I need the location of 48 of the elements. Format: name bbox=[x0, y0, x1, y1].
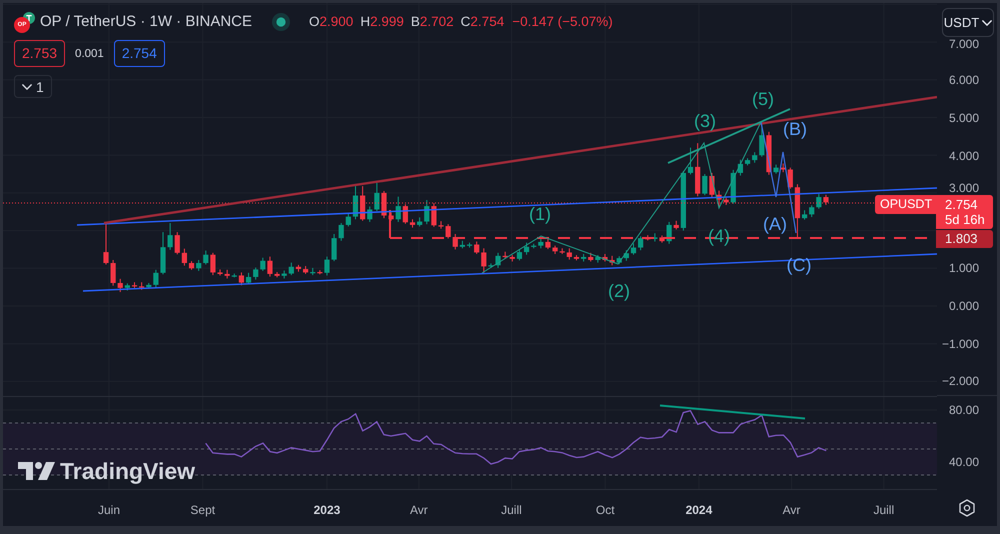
last-price: 2.754 bbox=[945, 197, 979, 212]
price-change: −0.147 (−5.07%) bbox=[512, 14, 613, 29]
price-axis-label: 6.000 bbox=[948, 72, 979, 88]
wave-label: (1) bbox=[529, 204, 551, 224]
settings-icon[interactable] bbox=[959, 499, 975, 517]
price-axis-label: 4.000 bbox=[948, 148, 979, 164]
ohlc-value: B2.702 bbox=[410, 14, 454, 29]
time-axis-label: Oct bbox=[596, 502, 615, 518]
price-axis-label: 3.000 bbox=[948, 180, 979, 196]
wave-label: (3) bbox=[694, 111, 716, 131]
indicators-toggle-button[interactable]: 1 bbox=[14, 75, 52, 98]
time-axis-label: 2024 bbox=[686, 502, 712, 518]
chevron-down-icon bbox=[982, 20, 992, 26]
price-axis-label: 0.000 bbox=[948, 298, 979, 314]
price-axis-label: 1.000 bbox=[948, 260, 979, 276]
price-axis-label: −1.000 bbox=[942, 336, 979, 352]
time-axis-label: Sept bbox=[190, 502, 216, 518]
price-axis-label: 7.000 bbox=[948, 36, 979, 52]
symbol-price-tag: OPUSDT bbox=[875, 195, 938, 214]
ohlc-value: O2.900 bbox=[309, 14, 354, 29]
logo-text: TradingView bbox=[60, 459, 196, 483]
chevron-down-icon bbox=[22, 84, 32, 90]
price-axis-label: −2.000 bbox=[942, 373, 979, 389]
currency-button[interactable]: USDT bbox=[942, 8, 994, 37]
ohlc-value: C2.754 bbox=[460, 14, 504, 29]
wave-label: (B) bbox=[783, 119, 807, 139]
wave-label: (4) bbox=[708, 226, 730, 246]
buy-button[interactable]: 2.754 bbox=[114, 40, 165, 67]
time-axis-label: 2023 bbox=[314, 502, 340, 518]
wave-label: (A) bbox=[763, 214, 787, 234]
level-price-tag: 1.803 bbox=[936, 230, 993, 248]
rsi-axis-label: 80.00 bbox=[948, 402, 979, 418]
spread-value: 0.001 bbox=[75, 48, 104, 60]
time-axis-label: Juin bbox=[98, 502, 120, 518]
sell-button[interactable]: 2.753 bbox=[14, 40, 66, 67]
wave-label: (C) bbox=[786, 255, 812, 275]
time-axis-label: Avr bbox=[782, 502, 800, 518]
time-axis-label: Avr bbox=[410, 502, 428, 518]
time-axis-label: Juill bbox=[501, 502, 522, 518]
logo-icon bbox=[18, 462, 55, 480]
price-axis-label: 5.000 bbox=[948, 110, 979, 126]
wave-label: (2) bbox=[608, 281, 630, 301]
time-axis-label: Juill bbox=[873, 502, 894, 518]
ohlc-value: H2.999 bbox=[360, 14, 404, 29]
bar-countdown: 5d 16h bbox=[945, 212, 986, 227]
symbol-title[interactable]: OP / TetherUS · 1W · BINANCE bbox=[40, 13, 252, 30]
rsi-axis-label: 40.00 bbox=[948, 454, 979, 470]
wave-label: (5) bbox=[752, 89, 774, 109]
